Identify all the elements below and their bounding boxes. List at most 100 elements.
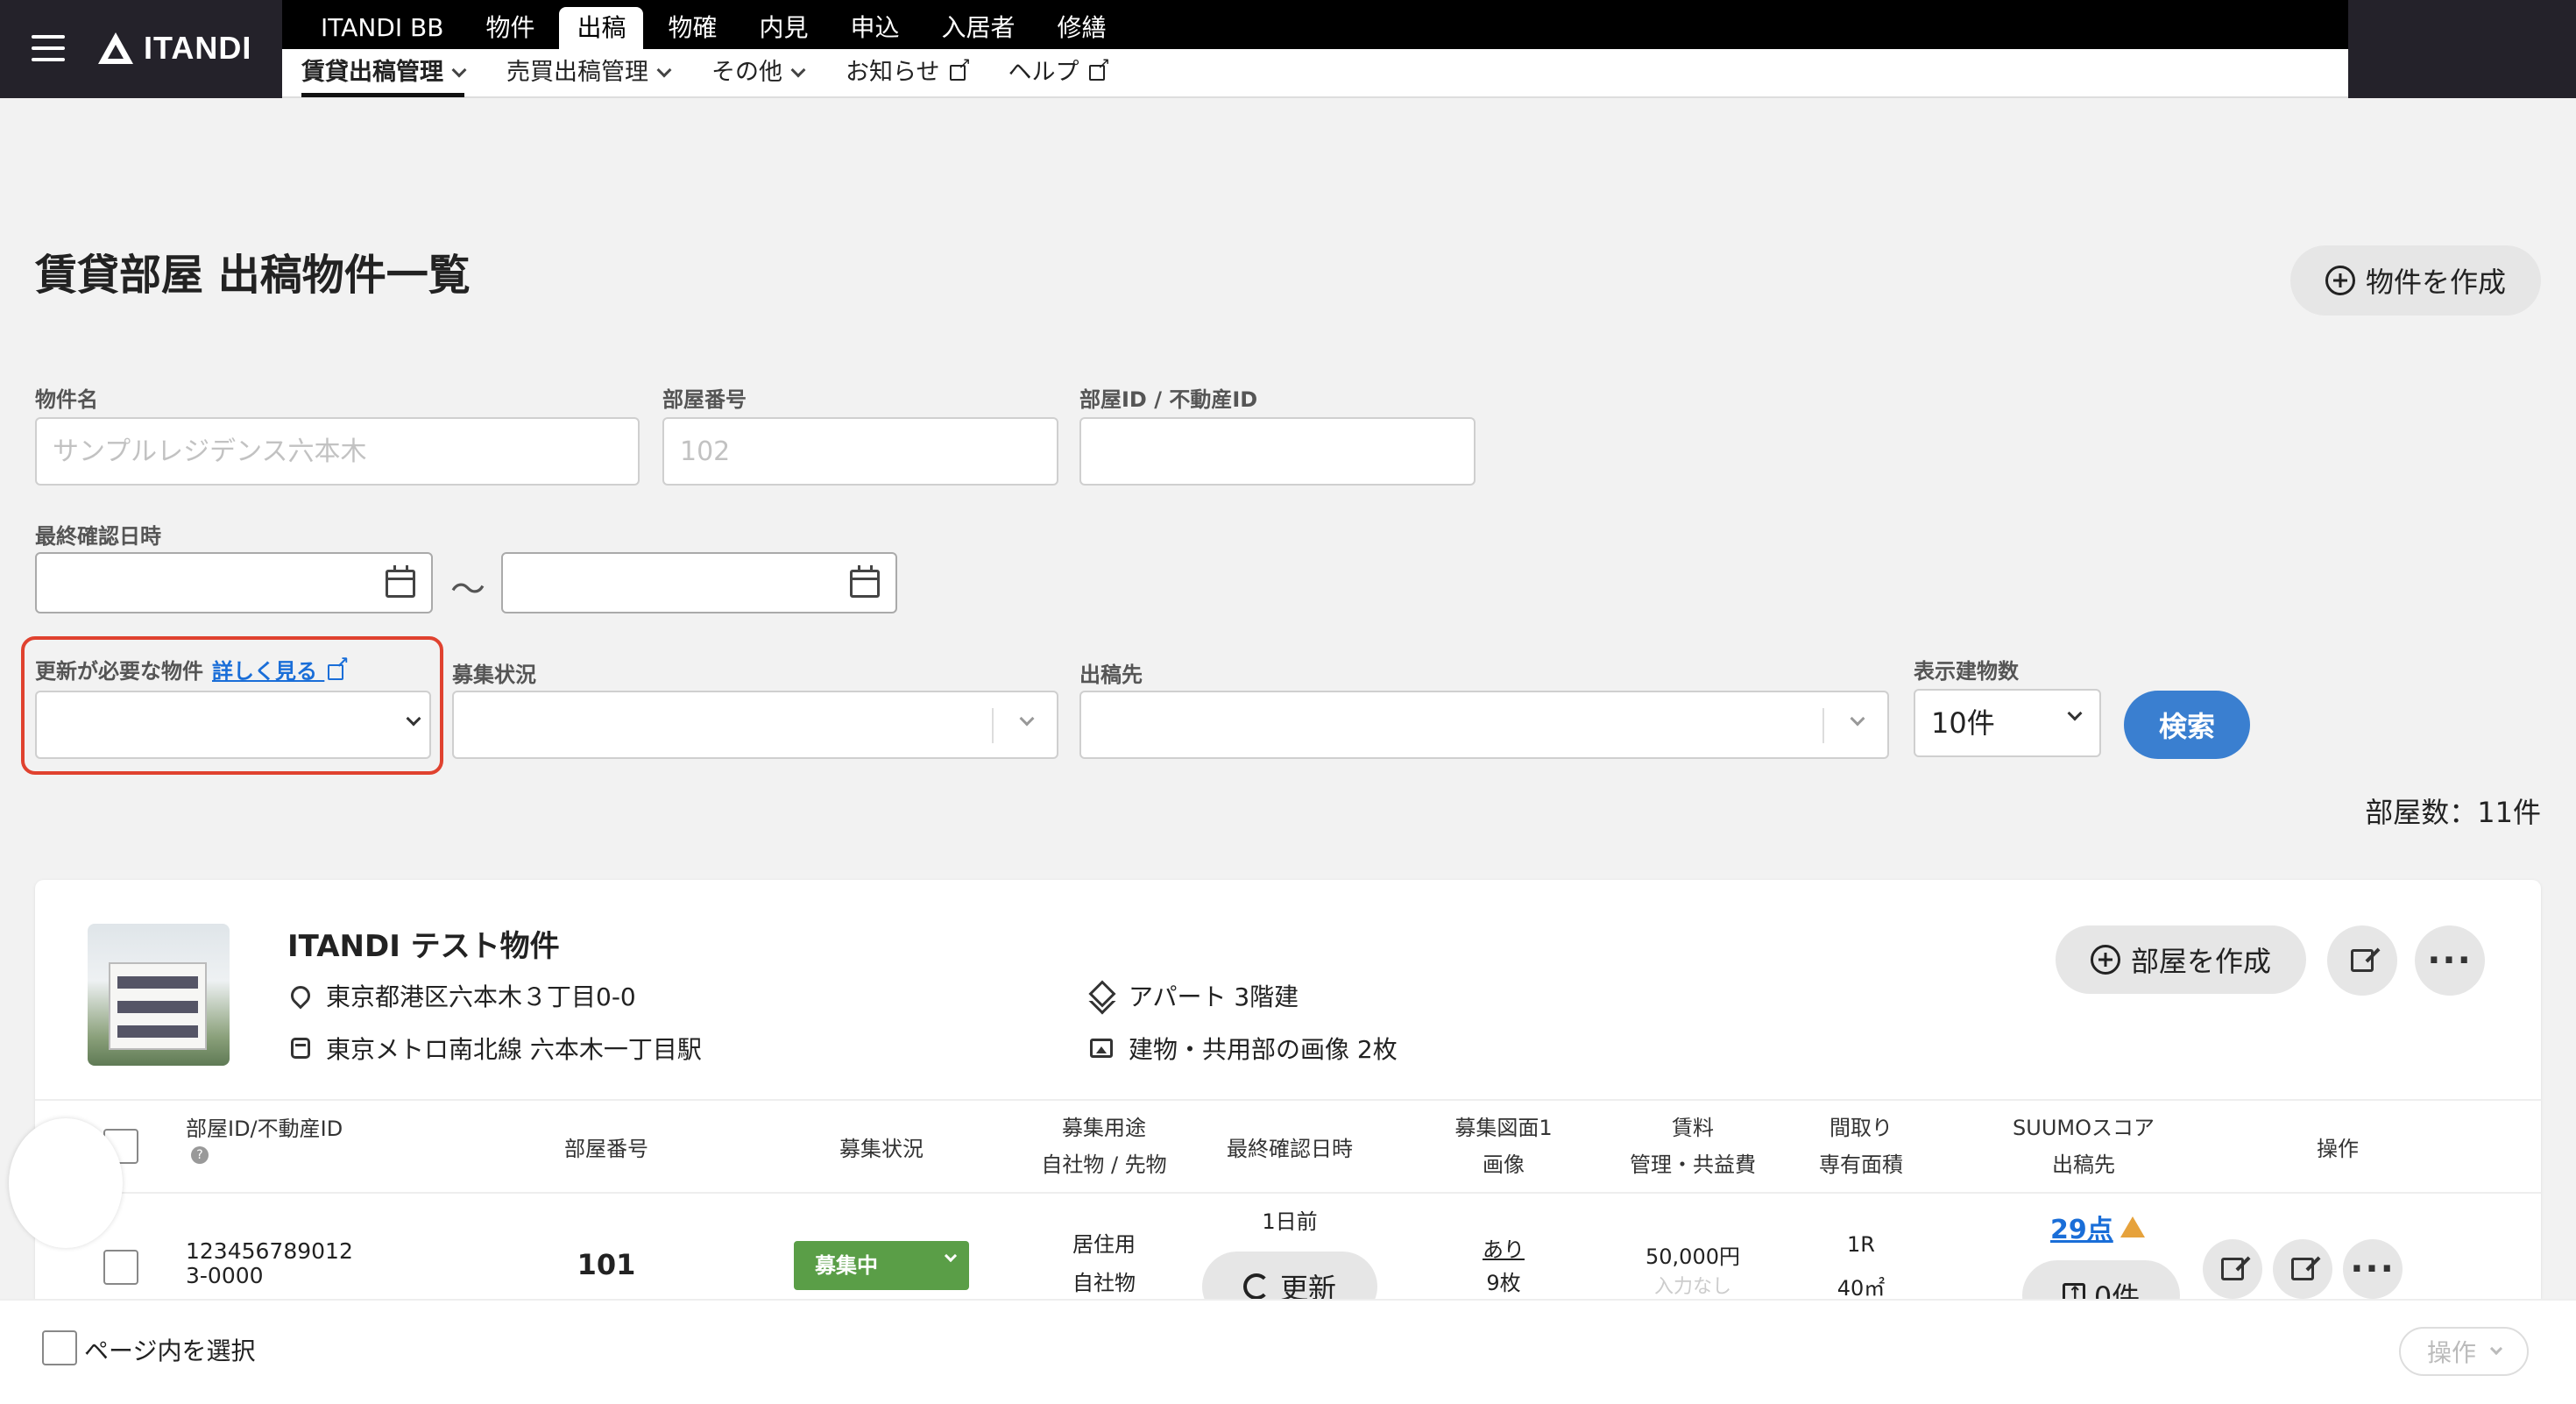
property-name-input[interactable] — [35, 417, 640, 486]
bulk-ops-label: 操作 — [2426, 1338, 2476, 1367]
row-checkbox[interactable] — [103, 1250, 138, 1285]
tab-property[interactable]: 物件 — [468, 7, 552, 49]
subnav-other[interactable]: その他 — [711, 48, 806, 97]
table-divider — [35, 1192, 2541, 1194]
help-icon[interactable]: ? — [191, 1146, 209, 1164]
row-more-button[interactable]: ··· — [2343, 1239, 2403, 1299]
row-ownership: 自社物 — [1072, 1271, 1136, 1295]
last-confirmed-label: 最終確認日時 — [35, 524, 161, 549]
details-link[interactable]: 詳しく見る — [212, 654, 349, 684]
building-type: アパート 3階建 — [1129, 982, 1299, 1011]
th-usage-line1: 募集用途 — [1062, 1116, 1146, 1140]
header-brand-area: ITANDI — [0, 0, 282, 98]
tab-publish[interactable]: 出稿 — [559, 7, 644, 49]
building-images-row: 建物・共用部の画像 2枚 — [1090, 1031, 1398, 1066]
tab-application[interactable]: 申込 — [833, 7, 917, 49]
subnav-rental-publish[interactable]: 賃貸出稿管理 — [301, 48, 467, 97]
th-suumo-line2: 出稿先 — [2052, 1152, 2115, 1177]
row-last-confirmed: 1日前 — [1262, 1209, 1318, 1234]
row-checklist-button[interactable] — [2273, 1239, 2332, 1299]
row-edit-button[interactable] — [2203, 1239, 2262, 1299]
select-page-checkbox[interactable] — [42, 1330, 77, 1365]
date-range-separator: 〜 — [450, 570, 485, 610]
row-room-number: 101 — [577, 1248, 636, 1281]
needs-update-label: 更新が必要な物件 — [35, 659, 203, 684]
train-icon — [291, 1038, 310, 1059]
plus-circle-icon — [2090, 945, 2120, 975]
subnav-sales-publish[interactable]: 売買出稿管理 — [506, 48, 672, 97]
tab-itandi-bb[interactable]: ITANDI BB — [303, 7, 461, 49]
row-image-count: 9枚 — [1486, 1271, 1521, 1295]
th-floor-plan: 募集図面1 画像 — [1416, 1110, 1591, 1183]
room-id-input[interactable] — [1079, 417, 1476, 486]
th-usage-line2: 自社物 / 先物 — [1041, 1152, 1167, 1177]
th-rent: 賃料 管理・共益費 — [1605, 1110, 1780, 1183]
image-icon — [1090, 1039, 1113, 1058]
th-room-number: 部屋番号 — [564, 1137, 648, 1161]
subnav-news[interactable]: お知らせ — [846, 48, 971, 97]
th-rent-line1: 賃料 — [1672, 1116, 1714, 1140]
edit-property-button[interactable] — [2327, 925, 2397, 996]
location-pin-icon — [287, 982, 315, 1010]
chevron-down-icon — [790, 62, 806, 78]
calendar-icon[interactable] — [850, 565, 880, 598]
edit-icon — [2221, 1258, 2244, 1280]
subnav-help-label: ヘルプ — [1008, 59, 1079, 86]
bulk-ops-button[interactable]: 操作 — [2399, 1327, 2529, 1376]
date-from-input[interactable] — [35, 552, 433, 613]
building-images: 建物・共用部の画像 2枚 — [1129, 1035, 1398, 1064]
calendar-icon[interactable] — [386, 565, 415, 598]
table-divider — [35, 1099, 2541, 1101]
tab-property-check[interactable]: 物確 — [650, 7, 734, 49]
edit-icon — [2351, 949, 2374, 972]
subnav-news-label: お知らせ — [846, 59, 940, 86]
needs-update-select[interactable] — [35, 691, 431, 759]
room-number-input[interactable] — [662, 417, 1058, 486]
row-layout: 1R — [1847, 1232, 1875, 1257]
refresh-icon — [1242, 1273, 1270, 1300]
display-count-label: 表示建物数 — [1914, 659, 2019, 684]
subnav-help[interactable]: ヘルプ — [1008, 48, 1110, 97]
property-name: ITANDI テスト物件 — [287, 929, 560, 964]
create-room-label: 部屋を作成 — [2130, 945, 2271, 978]
logo-text: ITANDI — [144, 30, 252, 66]
create-property-label: 物件を作成 — [2365, 266, 2506, 299]
tab-viewing[interactable]: 内見 — [741, 7, 825, 49]
hamburger-menu-icon[interactable] — [32, 35, 65, 63]
tab-tenant[interactable]: 入居者 — [924, 7, 1033, 49]
row-suumo-score[interactable]: 29点 — [2050, 1208, 2145, 1246]
chevron-down-icon — [2489, 1342, 2503, 1356]
property-thumbnail[interactable] — [88, 924, 230, 1066]
header-right-area — [2348, 0, 2576, 98]
publish-dest-select[interactable] — [1079, 691, 1889, 759]
recruit-status-select[interactable] — [452, 691, 1058, 759]
th-layout-line1: 間取り — [1829, 1116, 1893, 1140]
room-count: 部屋数：11件 — [2365, 796, 2541, 829]
tab-repair[interactable]: 修繕 — [1040, 7, 1124, 49]
property-address: 東京都港区六本木３丁目0-0 — [326, 982, 636, 1011]
chevron-down-icon — [656, 62, 672, 78]
display-count-select[interactable]: 10件 — [1914, 689, 2101, 757]
search-button[interactable]: 検索 — [2124, 691, 2250, 759]
th-room-id: 部屋ID/不動産ID? — [186, 1117, 361, 1166]
row-rent: 50,000円 — [1645, 1244, 1740, 1269]
create-room-button[interactable]: 部屋を作成 — [2056, 925, 2306, 994]
property-more-button[interactable]: ··· — [2415, 925, 2485, 996]
subnav-sales-publish-label: 売買出稿管理 — [506, 59, 648, 86]
property-station-row: 東京メトロ南北線 六本木一丁目駅 — [291, 1031, 702, 1066]
property-name-label: 物件名 — [35, 387, 98, 412]
display-count-value: 10件 — [1931, 706, 1995, 740]
subnav-other-label: その他 — [711, 59, 782, 86]
itandi-logo[interactable]: ITANDI — [96, 26, 251, 70]
chevron-down-icon — [1019, 711, 1035, 727]
create-property-button[interactable]: 物件を作成 — [2290, 245, 2541, 316]
row-floor-plan-link[interactable]: あり — [1416, 1232, 1591, 1263]
th-ops: 操作 — [2317, 1137, 2359, 1161]
more-dots-icon: ··· — [2427, 940, 2473, 981]
row-status-select[interactable]: 募集中 — [794, 1241, 969, 1290]
th-suumo-line1: SUUMOスコア — [2013, 1116, 2155, 1140]
date-to-input[interactable] — [501, 552, 897, 613]
sub-nav: 賃貸出稿管理 売買出稿管理 その他 お知らせ ヘルプ — [282, 49, 2348, 98]
th-floor-plan-line2: 画像 — [1483, 1152, 1525, 1177]
floating-chat-bubble[interactable] — [9, 1118, 123, 1248]
